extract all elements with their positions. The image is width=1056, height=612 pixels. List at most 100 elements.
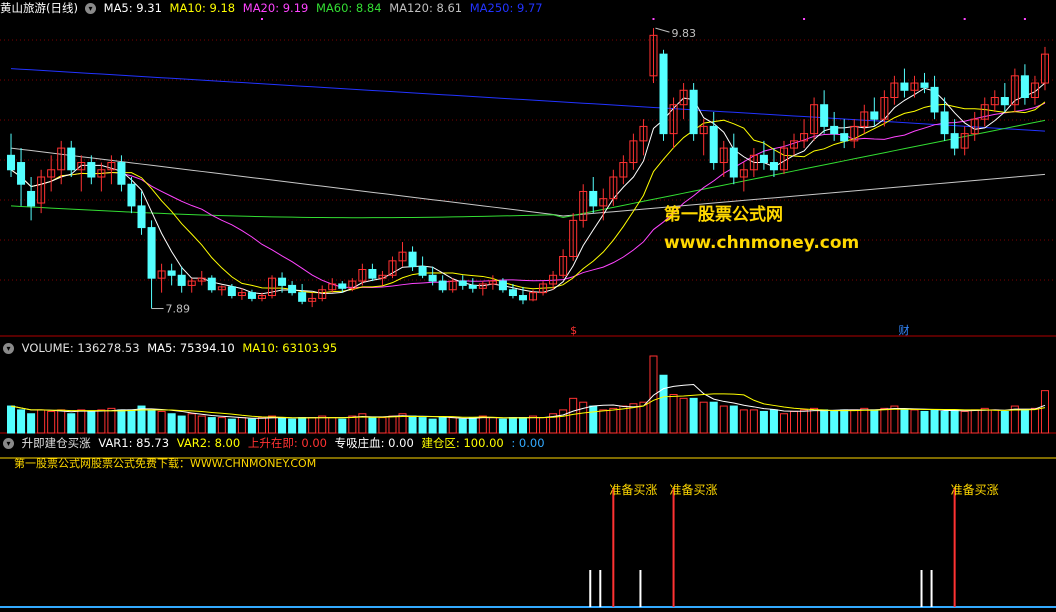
volume-bar	[318, 415, 327, 434]
candle-body	[900, 82, 909, 91]
volume-bar	[468, 417, 477, 434]
volume-bar	[57, 409, 66, 434]
volume-bar	[830, 410, 839, 434]
volume-bar	[1030, 407, 1039, 434]
stock-chart[interactable]: 9.837.89$财准备买涨准备买涨准备买涨准备买涨	[0, 0, 1056, 612]
candle-body	[17, 162, 26, 185]
volume-bar	[77, 409, 86, 434]
volume-bar	[177, 415, 186, 434]
volume-bar	[518, 417, 527, 434]
event-mark: 财	[898, 323, 909, 337]
volume-ma10-line	[10, 393, 1046, 419]
candle-body	[729, 147, 738, 178]
candle-body	[207, 277, 216, 291]
volume-bar	[418, 417, 427, 434]
volume-bar	[749, 409, 758, 434]
volume-bar	[759, 410, 768, 434]
volume-bar	[559, 409, 568, 434]
volume-bar	[197, 415, 206, 434]
event-dot	[1023, 18, 1026, 20]
volume-bar	[508, 417, 517, 434]
candle-body	[820, 104, 829, 127]
candle-body	[298, 292, 307, 302]
event-dot	[803, 18, 806, 20]
volume-bar	[960, 410, 969, 434]
volume-bar	[820, 409, 829, 434]
volume-bar	[699, 401, 708, 434]
volume-bar	[569, 397, 578, 434]
candle-body	[709, 125, 718, 164]
volume-ma5-line	[10, 383, 1046, 419]
watermark-cn: 第一股票公式网	[664, 205, 783, 225]
high-price-label: 9.83	[671, 27, 696, 40]
volume-bar	[800, 409, 809, 434]
volume-bar	[448, 417, 457, 434]
volume-bar	[870, 409, 879, 434]
volume-bar	[910, 409, 919, 434]
volume-bar	[689, 397, 698, 434]
candle-body	[177, 274, 186, 286]
volume-bar	[779, 413, 788, 434]
candle-body	[930, 86, 939, 113]
event-dot	[652, 18, 655, 20]
candle-body	[27, 190, 36, 207]
candle-body	[127, 183, 136, 207]
candle-body	[950, 133, 959, 149]
candle-body	[368, 269, 377, 279]
ma20-line	[10, 102, 1046, 289]
volume-bar	[268, 415, 277, 434]
candle-body	[408, 251, 417, 268]
candle-body	[840, 133, 849, 142]
volume-bar	[298, 417, 307, 434]
volume-bar	[227, 418, 236, 434]
volume-bar	[860, 407, 869, 434]
volume-bar	[579, 401, 588, 434]
candle-body	[940, 111, 949, 135]
candle-body	[870, 111, 879, 120]
ma60-line	[10, 119, 1046, 219]
volume-bar	[930, 409, 939, 434]
ma250-line	[10, 68, 1046, 132]
low-price-label: 7.89	[166, 303, 191, 316]
volume-bar	[649, 355, 658, 434]
volume-bar	[840, 409, 849, 434]
volume-bar	[117, 409, 126, 434]
volume-bar	[47, 410, 56, 434]
candle-body	[137, 205, 146, 229]
volume-bar	[478, 415, 487, 434]
volume-bar	[1020, 409, 1029, 434]
ma10-line	[10, 101, 1046, 294]
volume-bar	[388, 415, 397, 434]
volume-bar	[17, 409, 26, 434]
volume-bar	[27, 413, 36, 434]
volume-bar	[167, 413, 176, 434]
candle-body	[147, 227, 156, 279]
buy-signal-label: 准备买涨	[609, 482, 657, 497]
volume-bar	[87, 410, 96, 434]
volume-bar	[769, 409, 778, 434]
event-mark: $	[570, 324, 577, 337]
candle-body	[7, 154, 16, 171]
volume-bar	[278, 417, 287, 434]
volume-bar	[1000, 410, 1009, 434]
volume-bar	[127, 409, 136, 434]
volume-bar	[257, 417, 266, 434]
candle-body	[498, 280, 507, 291]
candle-body	[288, 284, 297, 294]
volume-bar	[368, 417, 377, 434]
candle-body	[87, 162, 96, 178]
candle-body	[508, 289, 517, 297]
volume-bar	[980, 407, 989, 434]
high-pointer	[655, 27, 670, 33]
volume-bar	[940, 410, 949, 434]
volume-bar	[589, 405, 598, 434]
volume-bar	[488, 417, 497, 434]
candle-body	[117, 162, 126, 185]
candle-body	[1020, 75, 1029, 99]
volume-bar	[408, 415, 417, 434]
volume-bar	[709, 401, 718, 434]
volume-bar	[207, 417, 216, 434]
volume-bar	[970, 409, 979, 434]
candle-body	[458, 280, 467, 286]
ma5-line	[10, 82, 1046, 295]
